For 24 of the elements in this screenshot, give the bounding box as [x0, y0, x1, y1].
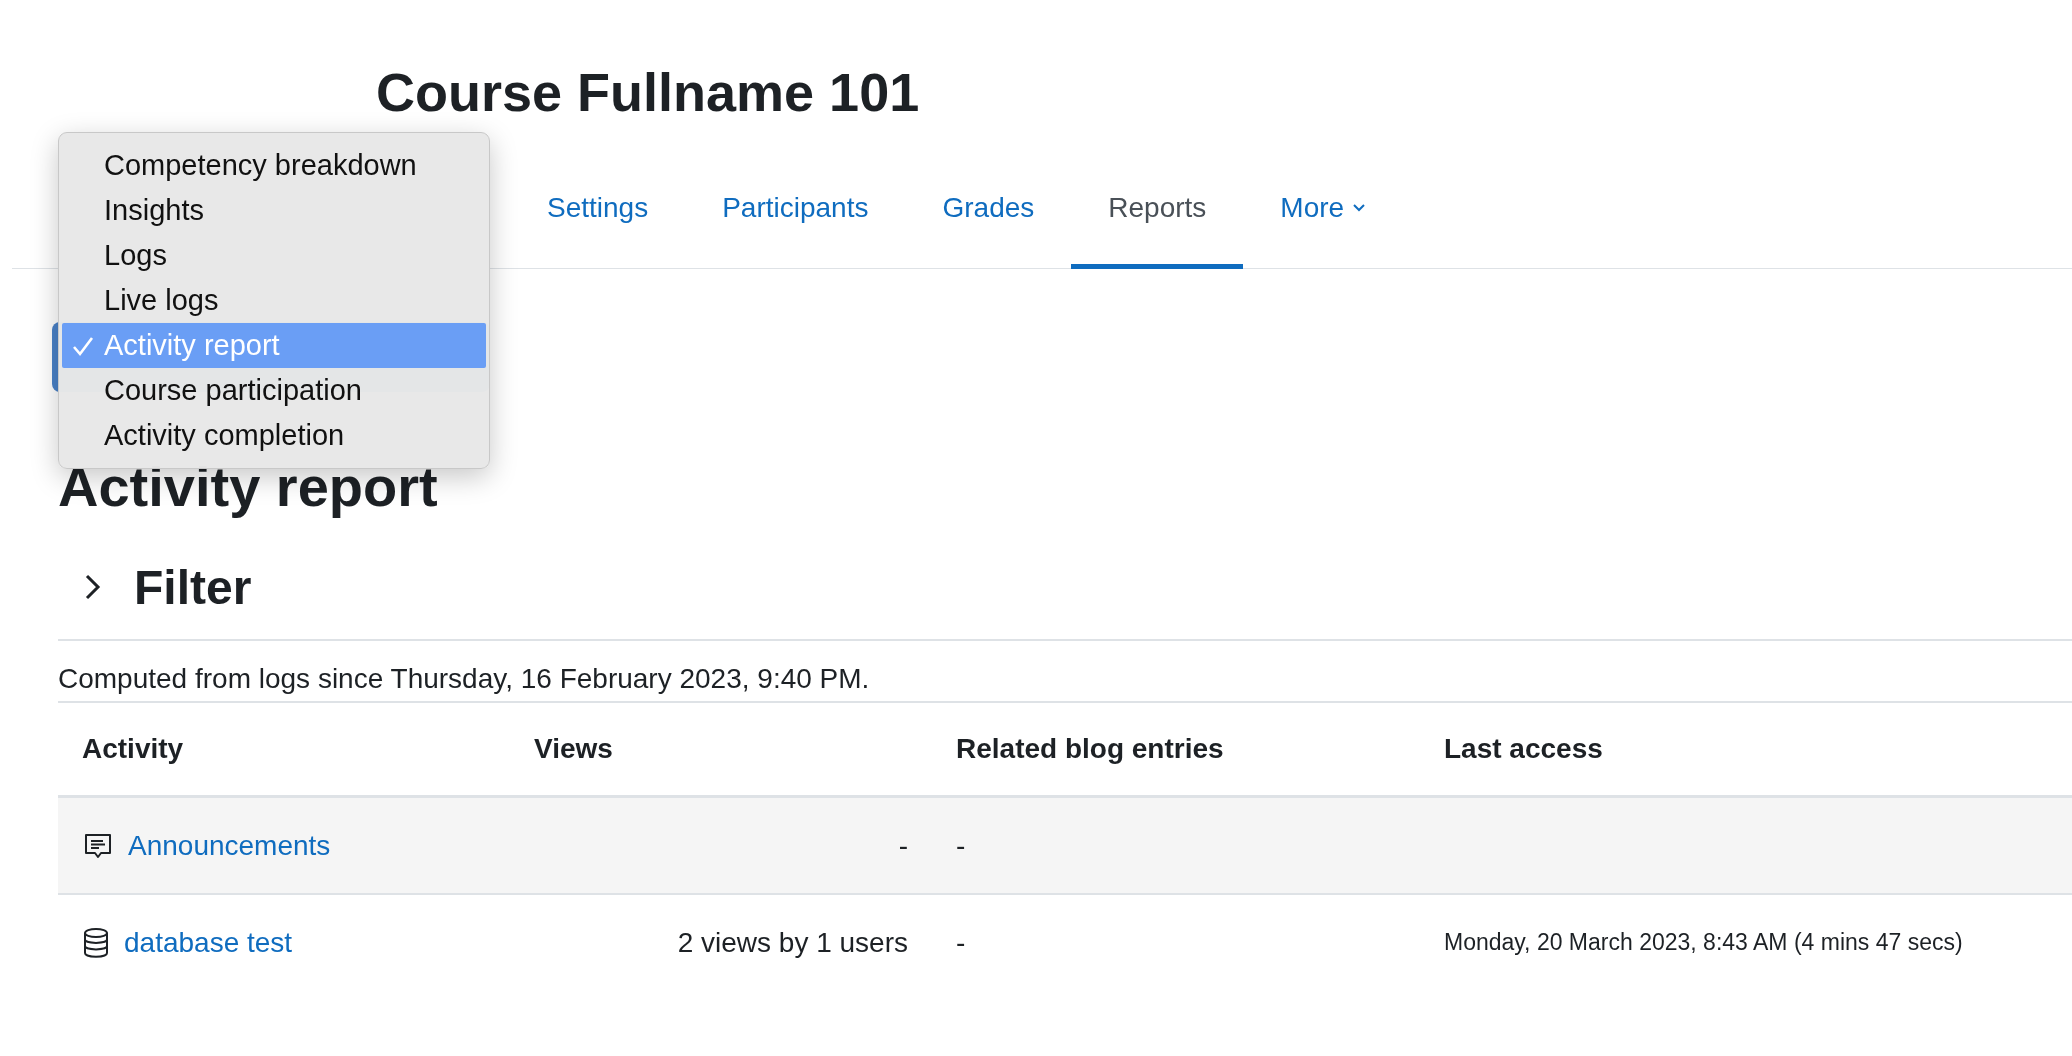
nav-tab[interactable]: Settings	[510, 171, 686, 269]
last-access-text: Monday, 20 March 2023, 8:43 AM (4 mins 47 secs)	[1444, 929, 1963, 956]
nav-tab[interactable]: Participants	[685, 171, 906, 269]
menu-item[interactable]: Competency breakdown	[62, 143, 486, 188]
database-icon	[82, 926, 110, 959]
caret-icon	[1352, 202, 1367, 213]
menu-item[interactable]: Logs	[62, 233, 486, 278]
log-note: Computed from logs since Thursday, 16 February 2023, 9:40 PM.	[58, 662, 871, 696]
menu-item[interactable]: Live logs	[62, 278, 486, 323]
views-text: 2 views by 1 users	[677, 926, 908, 959]
filter-title[interactable]: Filter	[134, 559, 252, 615]
page-heading: Activity report	[58, 455, 439, 519]
nav-tab[interactable]: Grades	[905, 171, 1072, 269]
menu-item[interactable]: Course participation	[62, 368, 486, 413]
activity-link[interactable]: database test	[124, 926, 293, 959]
activity-link[interactable]: Announcements	[128, 829, 331, 862]
blog-text: -	[956, 926, 966, 959]
nav-tab[interactable]: Reports	[1071, 171, 1244, 269]
blog-text: -	[956, 829, 966, 862]
menu-item[interactable]: Activity completion	[62, 413, 486, 458]
nav-tab[interactable]: More	[1243, 171, 1404, 269]
course-title: Course Fullname 101	[376, 62, 920, 122]
views-text: -	[898, 829, 908, 862]
menu-item[interactable]: Insights	[62, 188, 486, 233]
